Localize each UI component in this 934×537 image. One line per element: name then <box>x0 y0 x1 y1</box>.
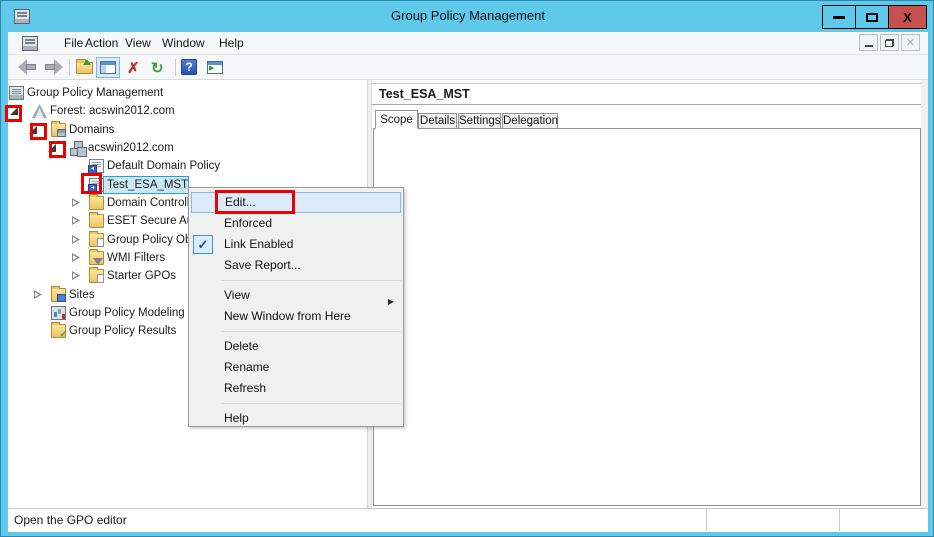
tree-item-wmi-filters[interactable]: WMI Filters <box>107 249 165 267</box>
annotation-box-test-esa-mst-icon <box>81 173 102 194</box>
status-bar-divider <box>839 509 840 531</box>
tree-item-group-policy-management[interactable]: Group Policy Management <box>27 84 163 102</box>
maximize-icon <box>866 13 878 22</box>
mdi-minimize-button[interactable] <box>859 34 878 51</box>
tree-item-acswin2012-com[interactable]: acswin2012.com <box>88 139 174 157</box>
up-one-level-button[interactable] <box>76 62 93 74</box>
menu-bar: FileAction View Window Help ✕ <box>8 32 928 55</box>
menubar-item-help[interactable]: Help <box>219 36 244 50</box>
title-bar[interactable]: Group Policy Management X <box>1 1 934 32</box>
annotation-box-acswin2012-arrow <box>49 141 66 158</box>
console-tree-icon <box>100 61 116 74</box>
close-icon: X <box>903 10 912 25</box>
folder-blocks-overlay-icon <box>57 129 66 137</box>
link-enabled-checkmark: ✓ <box>193 235 213 254</box>
context-menu-item-help[interactable]: Help <box>189 408 403 429</box>
window-controls: X <box>822 5 927 29</box>
check-overlay-icon: ✓ <box>59 329 67 340</box>
minimize-icon <box>833 16 845 19</box>
folder-funnel-icon <box>89 251 104 265</box>
tab-settings[interactable]: Settings <box>458 113 501 129</box>
mdi-minimize-icon <box>865 45 873 47</box>
annotation-box-edit-item <box>215 190 295 214</box>
new-window-button[interactable] <box>204 58 226 77</box>
folder-doc-icon <box>89 269 104 283</box>
tree-item-group-policy-results[interactable]: Group Policy Results <box>69 322 176 340</box>
scope-tab-panel <box>373 128 921 506</box>
group-policy-management-window: Group Policy Management X FileAction View… <box>0 0 934 537</box>
new-window-icon <box>207 61 223 74</box>
folder-grid-overlay-icon <box>57 294 66 302</box>
status-bar-divider <box>706 509 707 531</box>
gpo-icon <box>89 159 104 173</box>
tree-item-group-policy-modeling[interactable]: Group Policy Modeling <box>69 304 185 322</box>
context-menu-item-rename[interactable]: Rename <box>189 357 403 378</box>
annotation-box-domains-arrow <box>30 123 47 140</box>
mdi-restore-icon <box>885 39 894 47</box>
status-text: Open the GPO editor <box>14 513 127 527</box>
mdi-close-button[interactable]: ✕ <box>901 34 920 51</box>
tree-item-sites[interactable]: Sites <box>69 286 95 304</box>
context-menu-item-delete[interactable]: Delete <box>189 336 403 357</box>
menubar-item-file[interactable]: File <box>64 36 83 50</box>
context-menu-item-link-enabled[interactable]: Link Enabled <box>189 234 403 255</box>
folder-grid-icon <box>51 288 66 302</box>
folder-icon <box>89 214 104 228</box>
forward-button[interactable] <box>43 61 63 74</box>
mdi-restore-button[interactable] <box>880 34 899 51</box>
context-menu-item-refresh[interactable]: Refresh <box>189 378 403 399</box>
folder-check-icon: ✓ <box>51 324 66 338</box>
menubar-item-window[interactable]: Window <box>162 36 205 50</box>
folder-doc-overlay-icon <box>97 238 104 247</box>
context-menu-separator <box>221 280 401 281</box>
back-button[interactable] <box>18 61 38 74</box>
toolbar-separator <box>69 59 70 76</box>
mdi-close-icon: ✕ <box>906 36 915 49</box>
console-tree-toggle-button[interactable] <box>96 57 120 78</box>
tree-item-starter-gpos[interactable]: Starter GPOs <box>107 267 176 285</box>
context-menu: Edit...EnforcedLink EnabledSave Report..… <box>188 187 404 427</box>
menubar-item-action[interactable]: Action <box>85 36 118 50</box>
gpo-title: Test_ESA_MST <box>379 87 470 101</box>
context-menu-item-view[interactable]: View▶ <box>189 285 403 306</box>
annotation-box-forest-arrow <box>5 105 22 122</box>
tab-details[interactable]: Details <box>418 113 457 129</box>
forward-icon <box>54 59 63 75</box>
refresh-button[interactable]: ↻ <box>151 59 164 77</box>
toolbar-separator <box>175 59 176 76</box>
tab-delegation[interactable]: Delegation <box>502 113 558 129</box>
context-menu-item-save-report-[interactable]: Save Report... <box>189 255 403 276</box>
details-pane-top-border <box>371 83 921 84</box>
modeling-icon <box>51 306 66 320</box>
delete-button[interactable]: ✗ <box>127 59 140 77</box>
context-menu-separator <box>221 403 401 404</box>
console-icon <box>9 86 24 100</box>
menubar-item-view[interactable]: View <box>125 36 151 50</box>
window-title: Group Policy Management <box>1 8 934 23</box>
status-bar <box>8 508 928 532</box>
maximize-button[interactable] <box>856 6 889 28</box>
mdi-window-controls: ✕ <box>859 34 920 51</box>
console-icon <box>22 36 38 51</box>
tree-item-forest-acswin2012-com[interactable]: Forest: acswin2012.com <box>50 102 175 120</box>
folder-doc-overlay-icon <box>97 274 104 283</box>
close-button[interactable]: X <box>889 6 926 28</box>
tree-item-domains[interactable]: Domains <box>69 121 114 139</box>
folder-funnel-overlay-icon <box>93 258 103 265</box>
toolbar: ✗ ↻ ? <box>8 55 928 80</box>
folder-blocks-icon <box>51 123 66 137</box>
help-button[interactable]: ? <box>181 59 197 75</box>
gpo-title-divider <box>372 104 921 105</box>
tree-item-default-domain-policy[interactable]: Default Domain Policy <box>107 157 220 175</box>
tree-item-test-esa-mst[interactable]: Test_ESA_MST <box>107 176 188 194</box>
minimize-button[interactable] <box>823 6 856 28</box>
context-menu-separator <box>221 331 401 332</box>
domain-icon <box>70 141 85 155</box>
folder-doc-icon <box>89 233 104 247</box>
context-menu-item-new-window-from-here[interactable]: New Window from Here <box>189 306 403 327</box>
context-menu-item-enforced[interactable]: Enforced <box>189 213 403 234</box>
folder-icon <box>89 196 104 210</box>
tab-scope[interactable]: Scope <box>375 110 418 129</box>
